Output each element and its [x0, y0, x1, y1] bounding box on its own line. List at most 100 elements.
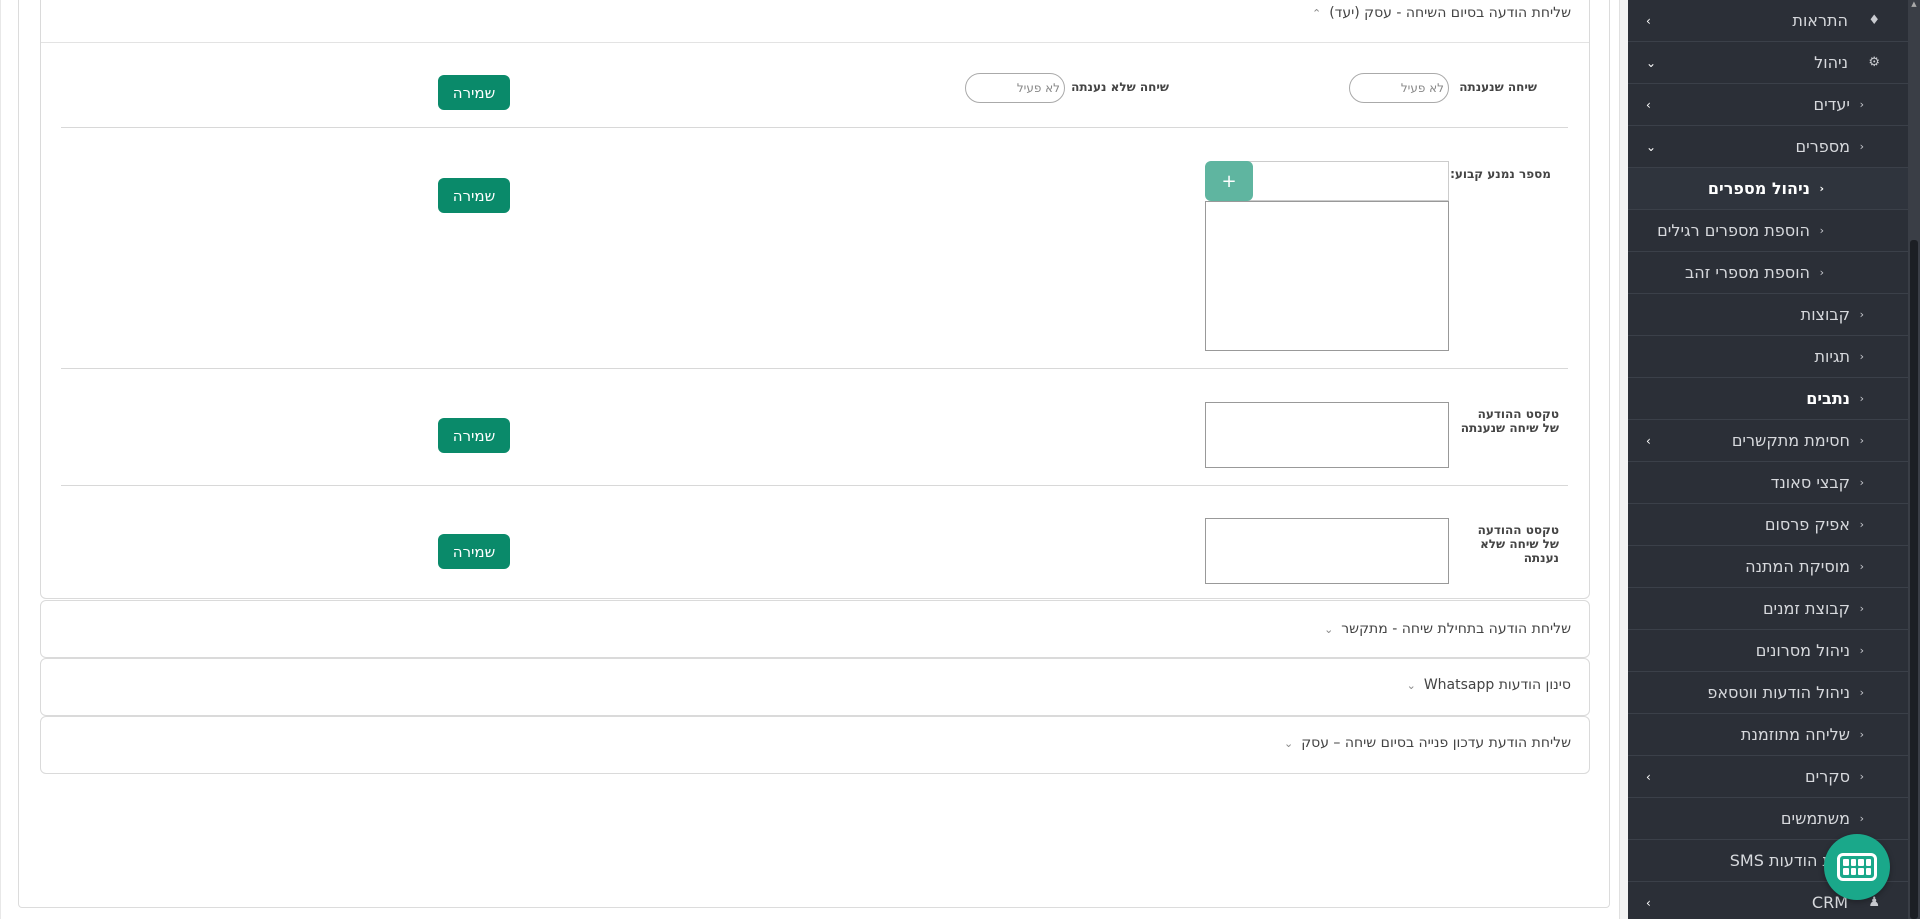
- chevron-right-icon: ›: [1646, 433, 1651, 448]
- scroll-up-icon[interactable]: ▲: [1910, 0, 1918, 10]
- answered-toggle-text: לא פעיל: [1400, 81, 1444, 95]
- chevron-left-icon: ‹: [1859, 392, 1864, 405]
- sidebar-item-label: קבוצת זמנים: [1762, 599, 1850, 618]
- unanswered-message-textarea[interactable]: [1205, 518, 1449, 584]
- sidebar-item-label: אפיק פרסום: [1764, 515, 1850, 534]
- sidebar-item-whatsapp-management[interactable]: ‹ ניהול הודעות ווטסאפ: [1628, 672, 1908, 714]
- unanswered-toggle-text: לא פעיל: [1016, 81, 1060, 95]
- sidebar-item-routers[interactable]: ‹ נתבים: [1628, 378, 1908, 420]
- sidebar-item-tags[interactable]: ‹ תגיות: [1628, 336, 1908, 378]
- accordion-title-wrap: ⌄ סינון הודעות Whatsapp: [1407, 677, 1571, 693]
- sidebar-item-label: חסימת מתקשרים: [1731, 431, 1850, 450]
- blocked-number-label: מספר נמנע קבוע:: [1450, 167, 1551, 181]
- sidebar-item-label: משתמשים: [1780, 809, 1850, 828]
- unanswered-message-label: טקסט ההודעה של שיחה שלא נענתה: [1477, 523, 1559, 565]
- scrollbar-thumb[interactable]: [1910, 240, 1918, 919]
- accordion-title: סינון הודעות Whatsapp: [1423, 677, 1571, 693]
- sidebar-item-label: יעדים: [1813, 95, 1850, 114]
- chevron-left-icon: ‹: [1859, 140, 1864, 153]
- accordion-start-call-caller[interactable]: ⌄ שליחת הודעה בתחילת שיחה - מתקשר: [40, 600, 1590, 658]
- row-divider: [61, 127, 1568, 128]
- sidebar: ♦ התראות › ⚙ ניהול ⌄ ‹ יעדים › ‹ מספרים …: [1628, 0, 1920, 919]
- sidebar-item-alerts[interactable]: ♦ התראות ›: [1628, 0, 1908, 42]
- sidebar-item-destinations[interactable]: ‹ יעדים ›: [1628, 84, 1908, 126]
- sidebar-item-users[interactable]: ‹ משתמשים: [1628, 798, 1908, 840]
- sidebar-item-label: ניהול הודעות ווטסאפ: [1707, 683, 1850, 702]
- page: ⌃ שליחת הודעה בסיום השיחה - עסק (יעד) שי…: [0, 0, 1920, 919]
- sidebar-item-sms-management[interactable]: ‹ ניהול מסרונים: [1628, 630, 1908, 672]
- sidebar-item-label: הוספת מספרים רגילים: [1657, 221, 1810, 240]
- sidebar-item-management[interactable]: ⚙ ניהול ⌄: [1628, 42, 1908, 84]
- main-content: ⌃ שליחת הודעה בסיום השיחה - עסק (יעד) שי…: [0, 0, 1628, 919]
- gear-icon: ⚙: [1868, 55, 1880, 70]
- sidebar-item-groups[interactable]: ‹ קבוצות: [1628, 294, 1908, 336]
- chevron-down-icon: ⌄: [1406, 678, 1416, 692]
- sidebar-item-add-regular-numbers[interactable]: ‹ הוספת מספרים רגילים: [1628, 210, 1908, 252]
- sidebar-item-label: נתבים: [1806, 389, 1850, 408]
- chevron-left-icon: ‹: [1819, 182, 1824, 195]
- row-divider: [61, 368, 1568, 369]
- sidebar-item-surveys[interactable]: ‹ סקרים ›: [1628, 756, 1908, 798]
- chevron-left-icon: ‹: [1859, 518, 1864, 531]
- sidebar-item-numbers[interactable]: ‹ מספרים ⌄: [1628, 126, 1908, 168]
- sidebar-item-time-groups[interactable]: ‹ קבוצת זמנים: [1628, 588, 1908, 630]
- chat-widget-button[interactable]: [1824, 834, 1890, 900]
- chevron-right-icon: ›: [1646, 13, 1651, 28]
- chevron-left-icon: ‹: [1859, 812, 1864, 825]
- sidebar-item-scheduled-send[interactable]: ‹ שליחה מתוזמנת: [1628, 714, 1908, 756]
- answered-call-toggle[interactable]: לא פעיל: [1349, 73, 1449, 103]
- sidebar-item-label: קבצי סאונד: [1770, 473, 1850, 492]
- chevron-up-icon: ⌃: [1312, 6, 1322, 20]
- save-button[interactable]: שמירה: [438, 75, 510, 110]
- sidebar-item-block-callers[interactable]: ‹ חסימת מתקשרים ›: [1628, 420, 1908, 462]
- sidebar-item-label: ניהול מספרים: [1707, 179, 1810, 198]
- sidebar-item-label: ניהול: [1814, 53, 1848, 72]
- chevron-down-icon: ⌄: [1324, 622, 1334, 636]
- chevron-down-icon: ⌄: [1646, 139, 1657, 154]
- chevron-down-icon: ⌄: [1646, 55, 1657, 70]
- sidebar-item-sound-files[interactable]: ‹ קבצי סאונד: [1628, 462, 1908, 504]
- accordion-title: שליחת הודעה בתחילת שיחה - מתקשר: [1341, 621, 1571, 637]
- bell-icon: ♦: [1868, 13, 1880, 28]
- accordion-title: שליחת הודעה בסיום השיחה - עסק (יעד): [1329, 5, 1571, 21]
- chevron-left-icon: ‹: [1859, 644, 1864, 657]
- sidebar-item-label: קבוצות: [1800, 305, 1850, 324]
- unanswered-call-toggle[interactable]: לא פעיל: [965, 73, 1065, 103]
- accordion-title-wrap: ⌄ שליחת הודעת עדכון פנייה בסיום שיחה – ע…: [1284, 735, 1571, 751]
- accordion-title: שליחת הודעת עדכון פנייה בסיום שיחה – עסק: [1301, 735, 1571, 751]
- sidebar-item-add-gold-numbers[interactable]: ‹ הוספת מספרי זהב: [1628, 252, 1908, 294]
- sidebar-item-label: תגיות: [1814, 347, 1850, 366]
- chevron-right-icon: ›: [1646, 895, 1651, 910]
- add-blocked-number-button[interactable]: +: [1205, 161, 1253, 201]
- accordion-update-end-call-business[interactable]: ⌄ שליחת הודעת עדכון פנייה בסיום שיחה – ע…: [40, 716, 1590, 774]
- chevron-left-icon: ‹: [1859, 686, 1864, 699]
- sidebar-item-manage-numbers[interactable]: ‹ ניהול מספרים: [1628, 168, 1908, 210]
- sidebar-item-label: מספרים: [1795, 137, 1850, 156]
- chevron-left-icon: ‹: [1819, 266, 1824, 279]
- accordion-whatsapp-filter[interactable]: ⌄ סינון הודעות Whatsapp: [40, 658, 1590, 716]
- chevron-left-icon: ‹: [1819, 224, 1824, 237]
- answered-message-label: טקסט ההודעה של שיחה שנענתה: [1460, 407, 1559, 435]
- save-button[interactable]: שמירה: [438, 534, 510, 569]
- save-button[interactable]: שמירה: [438, 178, 510, 213]
- blocked-numbers-list[interactable]: [1205, 201, 1449, 351]
- chevron-left-icon: ‹: [1859, 560, 1864, 573]
- chevron-right-icon: ›: [1646, 97, 1651, 112]
- row-divider: [61, 485, 1568, 486]
- accordion-header[interactable]: ⌃ שליחת הודעה בסיום השיחה - עסק (יעד): [41, 0, 1589, 43]
- sidebar-item-label: מוסיקת המתנה: [1745, 557, 1850, 576]
- sidebar-item-hold-music[interactable]: ‹ מוסיקת המתנה: [1628, 546, 1908, 588]
- chevron-left-icon: ‹: [1859, 434, 1864, 447]
- keyboard-chat-icon: [1837, 853, 1877, 881]
- save-button[interactable]: שמירה: [438, 418, 510, 453]
- chevron-right-icon: ›: [1646, 769, 1651, 784]
- chevron-left-icon: ‹: [1859, 350, 1864, 363]
- sidebar-item-label: סקרים: [1805, 767, 1850, 786]
- chevron-down-icon: ⌄: [1283, 736, 1294, 750]
- sidebar-item-ad-channel[interactable]: ‹ אפיק פרסום: [1628, 504, 1908, 546]
- sidebar-item-label: ניהול מסרונים: [1755, 641, 1850, 660]
- chevron-left-icon: ‹: [1859, 728, 1864, 741]
- answered-call-label: שיחה שנענתה: [1459, 80, 1537, 94]
- answered-message-textarea[interactable]: [1205, 402, 1449, 468]
- chevron-left-icon: ‹: [1859, 476, 1864, 489]
